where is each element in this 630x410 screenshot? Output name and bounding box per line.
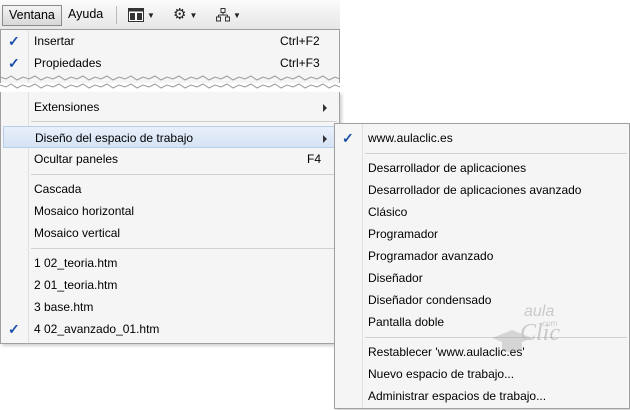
submenu-item-current[interactable]: ✓ www.aulaclic.es (335, 127, 629, 149)
menu-item-shortcut: F4 (307, 152, 322, 166)
gear-icon: ⚙ (173, 6, 187, 23)
menu-item-label: 4 02_avanzado_01.htm (34, 322, 160, 336)
menu-item-shortcut: Ctrl+F2 (280, 34, 320, 48)
menu-ventana[interactable]: Ventana (2, 5, 62, 26)
svg-text:.com: .com (540, 319, 558, 328)
workspace-submenu: ✓ www.aulaclic.es Desarrollador de aplic… (334, 123, 630, 409)
submenu-item-layout[interactable]: Desarrollador de aplicaciones avanzado (335, 179, 629, 201)
layout-button[interactable]: ▼ (128, 7, 155, 23)
sitemap-icon (216, 8, 230, 22)
chevron-down-icon: ▼ (189, 10, 198, 20)
menu-item-label: Ocultar paneles (34, 152, 119, 166)
menu-separator (365, 153, 627, 154)
checkmark-icon: ✓ (8, 55, 20, 71)
menu-item-label: Insertar (34, 34, 75, 48)
menu-item-ocultar-paneles[interactable]: Ocultar paneles F4 (1, 148, 339, 170)
menu-item-mosaico-vertical[interactable]: Mosaico vertical (1, 222, 339, 244)
menu-item-label: 3 base.htm (34, 300, 94, 314)
menu-item-label: Diseño del espacio de trabajo (35, 131, 194, 145)
chevron-down-icon: ▼ (147, 10, 155, 20)
submenu-item-administrar[interactable]: Administrar espacios de trabajo... (335, 385, 629, 407)
menu-item-mosaico-horizontal[interactable]: Mosaico horizontal (1, 200, 339, 222)
menu-item-extensiones[interactable]: Extensiones (1, 96, 339, 118)
menu-item-label: Mosaico horizontal (34, 204, 135, 218)
menu-item-label: Programador avanzado (368, 249, 494, 263)
menu-item-label: Propiedades (34, 56, 102, 70)
menu-item-shortcut: Ctrl+F3 (280, 56, 320, 70)
menu-item-label: Mosaico vertical (34, 226, 121, 240)
menu-item-recent-file[interactable]: 1 02_teoria.htm (1, 252, 339, 274)
menu-item-label: Cascada (34, 182, 82, 196)
menu-item-label: 1 02_teoria.htm (34, 256, 118, 270)
menu-separator (31, 248, 337, 249)
layout-icon (128, 8, 144, 22)
menu-bar: Ventana Ayuda ▼ ⚙ ▼ ▼ (0, 0, 340, 30)
site-button[interactable]: ▼ (216, 7, 241, 23)
svg-text:aula: aula (524, 303, 554, 320)
menu-item-recent-file[interactable]: 2 01_teoria.htm (1, 274, 339, 296)
menu-item-label: Extensiones (34, 100, 100, 114)
checkmark-icon: ✓ (8, 321, 20, 337)
checkmark-icon: ✓ (8, 33, 20, 49)
submenu-item-layout[interactable]: Diseñador condensado (335, 289, 629, 311)
menu-item-label: Desarrollador de aplicaciones avanzado (368, 183, 582, 197)
submenu-item-layout[interactable]: Programador avanzado (335, 245, 629, 267)
submenu-arrow-icon (323, 104, 327, 112)
menu-item-recent-file[interactable]: ✓ 4 02_avanzado_01.htm (1, 318, 339, 340)
submenu-arrow-icon (323, 135, 327, 143)
menu-item-label: 2 01_teoria.htm (34, 278, 118, 292)
menu-item-label: Diseñador condensado (368, 293, 492, 307)
menu-item-label: Administrar espacios de trabajo... (368, 389, 547, 403)
window-menu-main: Extensiones Diseño del espacio de trabaj… (0, 92, 340, 344)
menu-item-recent-file[interactable]: 3 base.htm (1, 296, 339, 318)
menu-item-label: Programador (368, 227, 439, 241)
menu-item-label: Clásico (368, 205, 408, 219)
submenu-item-layout[interactable]: Pantalla doble (335, 311, 629, 333)
torn-edge (0, 75, 340, 89)
submenu-item-layout[interactable]: Diseñador (335, 267, 629, 289)
menu-item-insertar[interactable]: ✓ Insertar Ctrl+F2 (1, 30, 339, 52)
menu-item-diseno[interactable]: Diseño del espacio de trabajo (3, 126, 337, 148)
submenu-item-layout[interactable]: Clásico (335, 201, 629, 223)
menu-separator (31, 121, 337, 122)
menu-item-label: Pantalla doble (368, 315, 445, 329)
menu-item-label: Nuevo espacio de trabajo... (368, 367, 515, 381)
submenu-item-restablecer[interactable]: Restablecer 'www.aulaclic.es' (335, 341, 629, 363)
checkmark-icon: ✓ (342, 130, 354, 146)
menu-item-label: Desarrollador de aplicaciones (368, 161, 527, 175)
menu-item-cascada[interactable]: Cascada (1, 178, 339, 200)
settings-button[interactable]: ⚙ ▼ (173, 7, 197, 23)
submenu-item-nuevo[interactable]: Nuevo espacio de trabajo... (335, 363, 629, 385)
submenu-item-layout[interactable]: Desarrollador de aplicaciones (335, 157, 629, 179)
menu-item-label: www.aulaclic.es (368, 131, 453, 145)
aulaclic-watermark-logo: aula Clic .com (490, 298, 560, 358)
chevron-down-icon: ▼ (233, 10, 241, 20)
submenu-item-layout[interactable]: Programador (335, 223, 629, 245)
menu-ayuda[interactable]: Ayuda (62, 5, 109, 26)
menu-item-propiedades[interactable]: ✓ Propiedades Ctrl+F3 (1, 52, 339, 74)
toolbar-separator (116, 6, 117, 24)
menu-item-label: Diseñador (368, 271, 423, 285)
menu-separator (31, 174, 337, 175)
